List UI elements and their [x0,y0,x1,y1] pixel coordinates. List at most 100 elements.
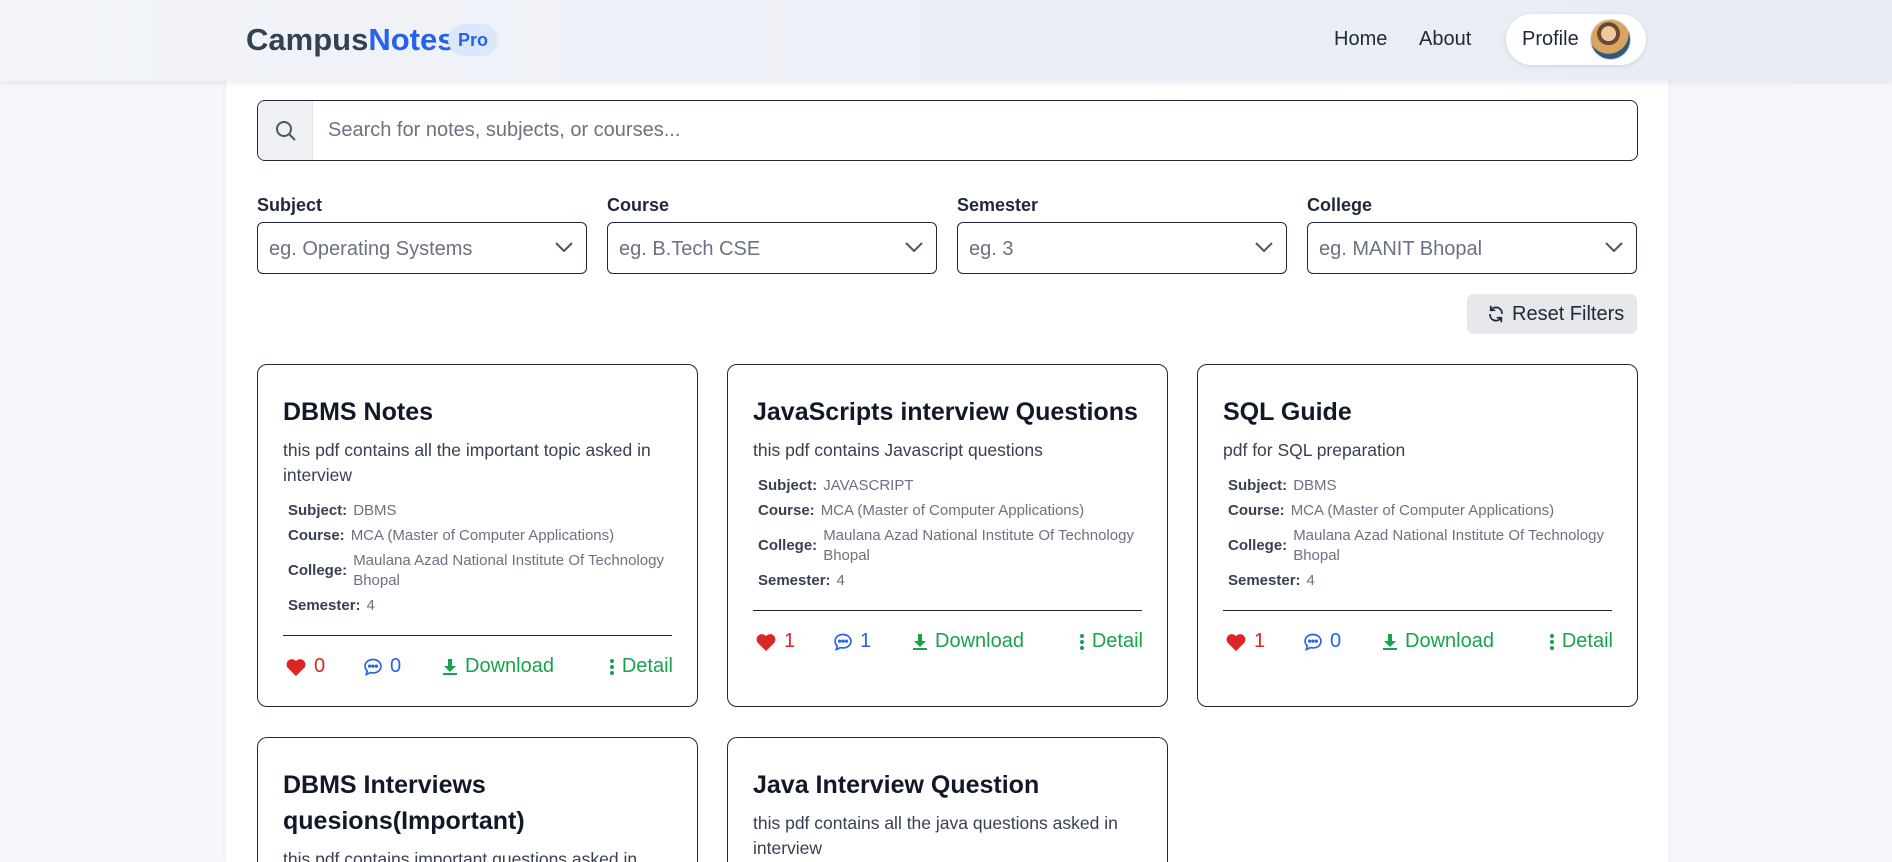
filter-label-subject: Subject [257,195,323,215]
chevron-down-icon [555,242,573,253]
card-title: SQL Guide [1223,398,1352,426]
subject-select-placeholder: eg. Operating Systems [269,238,473,260]
download-button[interactable]: Download [912,630,1024,653]
card-subject: DBMS [1293,477,1337,494]
meta-key-subject: Subject: [1228,477,1288,494]
like-count: 1 [1254,630,1266,652]
download-button[interactable]: Download [442,655,554,678]
card-semester: 4 [1306,572,1315,589]
card-semester: 4 [836,572,845,589]
refresh-icon [1489,305,1503,323]
reset-filters-label: Reset Filters [1512,303,1625,325]
card-college: Maulana Azad National Institute Of Techn… [1293,527,1604,564]
meta-key-subject: Subject: [288,502,348,519]
course-select[interactable]: eg. B.Tech CSE [607,222,937,274]
comment-icon [834,633,852,651]
card-semester: 4 [366,597,375,614]
download-label: Download [465,655,554,677]
nav-home-link[interactable]: Home [1334,28,1387,51]
filter-label-semester: Semester [957,195,1039,215]
meta-key-college: College: [758,537,818,554]
heart-icon [756,633,776,651]
note-card: DBMS Interviews quesions(Important) this… [257,737,698,862]
card-college: Maulana Azad National Institute Of Techn… [353,552,664,589]
meta-key-college: College: [1228,537,1288,554]
chevron-down-icon [1255,242,1273,253]
meta-key-course: Course: [288,527,345,544]
card-actions: 1 1 Download Detail [753,630,1143,660]
note-card: SQL Guide pdf for SQL preparation Subjec… [1197,364,1638,707]
heart-icon [1226,633,1246,651]
filter-label-college: College [1307,195,1373,215]
comment-button[interactable]: 0 [363,655,401,678]
comment-icon [1304,633,1322,651]
card-subject: JAVASCRIPT [823,477,914,494]
avatar [1590,19,1631,60]
like-count: 0 [314,655,326,677]
card-title: DBMS Notes [283,398,434,426]
brand-text-campus: Campus [246,22,369,57]
card-title: DBMS Interviews quesions(Important) [283,771,525,835]
chevron-down-icon [905,242,923,253]
detail-button[interactable]: Detail [1549,630,1613,653]
note-card: Java Interview Question this pdf contain… [727,737,1168,862]
card-description: this pdf contains Javascript questions [753,440,1043,460]
download-icon [443,658,457,675]
meta-key-semester: Semester: [288,597,361,614]
detail-label: Detail [1091,630,1143,652]
heart-icon [286,658,306,676]
comment-count: 1 [860,630,872,652]
comment-button[interactable]: 0 [1303,630,1341,653]
download-button[interactable]: Download [1382,630,1494,653]
search-bar [257,100,1638,161]
chevron-down-icon [1605,242,1623,253]
more-vertical-icon [609,658,614,675]
search-input[interactable] [314,101,1634,160]
download-icon [913,633,927,650]
profile-label: Profile [1522,28,1579,50]
like-button[interactable]: 0 [285,655,325,678]
download-label: Download [1405,630,1494,652]
filter-label-course: Course [607,195,670,215]
meta-key-course: Course: [758,502,815,519]
like-button[interactable]: 1 [1225,630,1265,653]
reset-filters-button[interactable]: Reset Filters [1467,294,1637,334]
profile-button[interactable]: Profile [1506,14,1646,65]
card-divider [1223,610,1612,611]
course-select-placeholder: eg. B.Tech CSE [619,238,761,260]
detail-button[interactable]: Detail [609,655,673,678]
card-course: MCA (Master of Computer Applications) [820,502,1085,519]
card-description: pdf for SQL preparation [1223,440,1406,460]
subject-select[interactable]: eg. Operating Systems [257,222,587,274]
card-divider [283,635,672,636]
college-select[interactable]: eg. MANIT Bhopal [1307,222,1637,274]
card-title: JavaScripts interview Questions [753,398,1138,426]
nav-about-link[interactable]: About [1419,28,1471,51]
card-divider [753,610,1142,611]
card-description: this pdf contains important questions as… [283,849,638,862]
comment-button[interactable]: 1 [833,630,871,653]
comment-count: 0 [1330,630,1342,652]
card-description: this pdf contains all the java questions… [753,813,1118,858]
search-icon [258,101,313,160]
card-actions: 1 0 Download Detail [1223,630,1613,660]
comment-icon [364,658,382,676]
meta-key-semester: Semester: [758,572,831,589]
card-actions: 0 0 Download Detail [283,655,673,685]
college-select-placeholder: eg. MANIT Bhopal [1319,238,1483,260]
detail-label: Detail [1561,630,1613,652]
card-course: MCA (Master of Computer Applications) [1290,502,1555,519]
detail-button[interactable]: Detail [1079,630,1143,653]
semester-select[interactable]: eg. 3 [957,222,1287,274]
meta-key-semester: Semester: [1228,572,1301,589]
download-icon [1383,633,1397,650]
like-button[interactable]: 1 [755,630,795,653]
meta-key-college: College: [288,562,348,579]
brand-logo[interactable]: CampusNotes [246,22,454,58]
note-card: DBMS Notes this pdf contains all the imp… [257,364,698,707]
note-card: JavaScripts interview Questions this pdf… [727,364,1168,707]
more-vertical-icon [1079,633,1084,650]
comment-count: 0 [390,655,402,677]
card-subject: DBMS [353,502,397,519]
navbar: CampusNotes Pro Home About Profile [0,0,1892,81]
